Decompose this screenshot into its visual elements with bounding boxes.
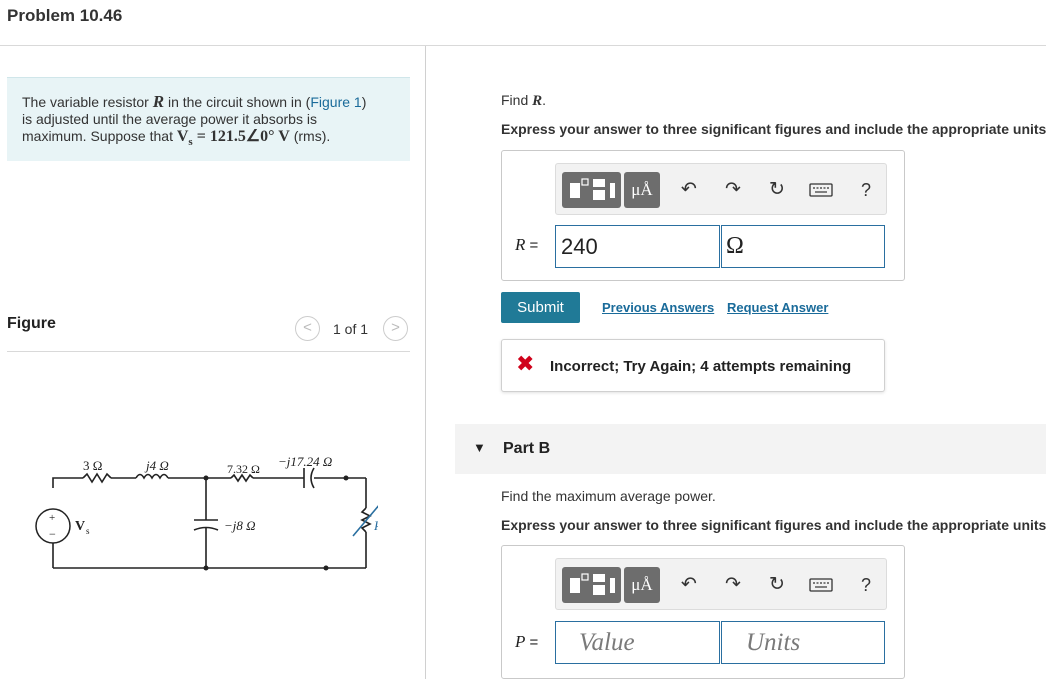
problem-statement: The variable resistor R in the circuit s… — [7, 77, 410, 161]
resistor-3ohm — [82, 472, 112, 484]
label-minus: − — [49, 527, 56, 541]
answer-label-r: R = — [515, 235, 538, 255]
capacitor-j17-plate — [310, 467, 315, 489]
circuit-node — [203, 475, 209, 481]
answer-var: R — [515, 235, 526, 254]
math-toolbar-b: μÅ ↶ ↷ ↻ ? — [555, 558, 887, 610]
circuit-wire — [52, 477, 83, 488]
figure-link[interactable]: Figure 1 — [310, 94, 361, 110]
problem-text-6: (rms). — [289, 128, 331, 144]
instruction-text: Express your answer to three significant… — [501, 121, 1046, 137]
figure-heading: Figure — [7, 315, 56, 332]
prev-figure-button[interactable]: < — [295, 316, 320, 341]
figure-counter: 1 of 1 — [333, 321, 369, 337]
units-button[interactable]: μÅ — [624, 172, 660, 208]
units-input[interactable]: Units — [721, 621, 885, 664]
answer-panel-b: μÅ ↶ ↷ ↻ ? P = Value Units — [501, 545, 905, 679]
request-answer-link[interactable]: Request Answer — [727, 300, 828, 315]
problem-text-1: The variable resistor — [22, 94, 153, 110]
redo-icon[interactable]: ↷ — [720, 172, 746, 208]
reset-icon[interactable]: ↻ — [764, 567, 790, 603]
undo-icon[interactable]: ↶ — [676, 567, 702, 603]
problem-text-4: is adjusted until the average power it a… — [22, 111, 317, 127]
units-button[interactable]: μÅ — [624, 567, 660, 603]
previous-answers-link[interactable]: Previous Answers — [602, 300, 714, 315]
value-placeholder: Value — [579, 629, 635, 656]
help-icon[interactable]: ? — [853, 567, 879, 603]
find-p-text: Find the maximum average power. — [501, 488, 716, 504]
redo-icon[interactable]: ↷ — [720, 567, 746, 603]
label-source-sub: s — [86, 526, 90, 536]
label-c1: −j17.24 Ω — [278, 454, 332, 469]
reset-icon[interactable]: ↻ — [764, 172, 790, 208]
circuit-diagram: 3 Ω j4 Ω 7.32 Ω −j17.24 Ω −j8 Ω V s R + … — [35, 454, 378, 571]
part-b-title: Part B — [503, 440, 551, 457]
chevron-left-icon: < — [303, 319, 312, 336]
circuit-node — [203, 565, 209, 571]
label-l1: j4 Ω — [144, 458, 169, 473]
templates-button[interactable] — [562, 172, 621, 208]
instruction-text-b: Express your answer to three significant… — [501, 517, 1046, 533]
label-c2: −j8 Ω — [224, 518, 256, 533]
templates-button[interactable] — [562, 567, 621, 603]
page-title: Problem 10.46 — [7, 6, 123, 25]
part-b-header[interactable]: ▼ Part B — [455, 424, 1046, 474]
problem-var-r: R — [152, 92, 165, 111]
answer-label-p: P = — [515, 632, 538, 652]
answer-var: P — [515, 632, 526, 651]
problem-text-3: ) — [361, 94, 367, 110]
label-r2: 7.32 Ω — [227, 462, 260, 476]
math-toolbar: μÅ ↶ ↷ ↻ ? — [555, 163, 887, 215]
answer-eq: = — [525, 237, 539, 254]
help-icon[interactable]: ? — [853, 172, 879, 208]
label-plus: + — [49, 512, 55, 524]
chevron-down-icon[interactable]: ▼ — [473, 440, 486, 455]
figure-divider — [7, 351, 410, 352]
circuit-node — [343, 475, 349, 481]
feedback-box: ✖ Incorrect; Try Again; 4 attempts remai… — [501, 339, 885, 392]
units-input[interactable]: Ω — [721, 225, 885, 268]
vs-value: = 121.5∠0° V — [192, 128, 290, 145]
template-icon — [570, 178, 615, 200]
submit-button[interactable]: Submit — [501, 292, 580, 323]
problem-text-2: in the circuit shown in ( — [164, 94, 311, 110]
template-icon — [570, 573, 615, 595]
keyboard-glyph — [809, 183, 833, 197]
vs-symbol: V — [176, 128, 189, 145]
find-prefix: Find — [501, 92, 533, 108]
circuit-node — [323, 565, 329, 571]
find-suffix: . — [542, 92, 547, 108]
feedback-message: Incorrect; Try Again; 4 attempts remaini… — [550, 358, 852, 375]
find-var: R — [532, 93, 543, 109]
label-load: R — [373, 518, 378, 533]
close-icon: ✖ — [516, 351, 535, 376]
value-input[interactable]: 240 — [555, 225, 720, 268]
keyboard-glyph — [809, 578, 833, 592]
label-source: V — [75, 519, 85, 534]
answer-eq: = — [525, 634, 539, 651]
answer-panel-a: μÅ ↶ ↷ ↻ ? R = 240 Ω — [501, 150, 905, 281]
label-r1: 3 Ω — [83, 458, 102, 473]
keyboard-icon[interactable] — [808, 172, 834, 208]
value-input[interactable]: Value — [555, 621, 720, 664]
inductor-j4 — [135, 473, 169, 480]
keyboard-icon[interactable] — [808, 567, 834, 603]
problem-text-5: maximum. Suppose that — [22, 128, 177, 144]
header-divider — [0, 45, 1046, 46]
undo-icon[interactable]: ↶ — [676, 172, 702, 208]
find-r-text: Find R. — [501, 92, 546, 110]
chevron-right-icon: > — [391, 319, 400, 336]
units-placeholder: Units — [746, 629, 801, 656]
next-figure-button[interactable]: > — [383, 316, 408, 341]
column-divider — [425, 46, 426, 679]
